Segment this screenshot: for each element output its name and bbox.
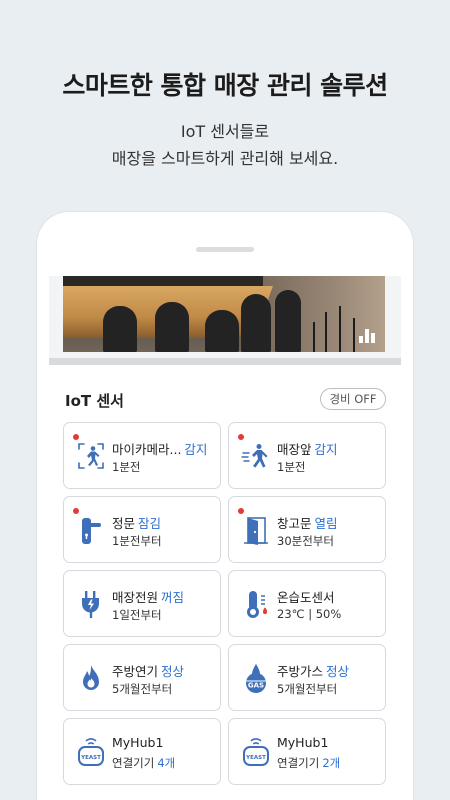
hub-card[interactable]: YEAST MyHub1 연결기기 2개 [228,718,386,785]
sensor-status: 감지 [314,442,338,457]
sensor-detail: 23℃ | 50% [277,607,342,621]
sensor-name: 온습도센서 [277,590,335,605]
phone-speaker [196,247,254,252]
sensor-detail: 1분전 [112,460,141,474]
fire-icon [83,665,99,690]
sensor-name: MyHub1 [112,735,164,750]
svg-text:YEAST: YEAST [80,755,101,761]
bar-chart-icon[interactable] [359,327,375,343]
sensor-detail: 1분전부터 [112,534,162,548]
svg-text:YEAST: YEAST [245,755,266,761]
thermometer-icon [247,591,267,618]
hub-card[interactable]: YEAST MyHub1 연결기기 4개 [63,718,221,785]
sensor-status: 감지 [184,442,208,457]
svg-text:GAS: GAS [248,682,264,690]
gas-icon: GAS [246,664,266,693]
security-off-button[interactable]: 경비 OFF [320,388,386,410]
camera-snapshot[interactable] [63,276,385,352]
sensor-detail: 5개월전부터 [277,682,338,696]
sensor-name: 매장전원 [112,590,159,605]
sensor-detail: 5개월전부터 [112,682,173,696]
sensor-name: 매장앞 [277,442,312,457]
sensor-name: 창고문 [277,516,312,531]
sensor-status: 잠김 [138,516,162,531]
sensor-card[interactable]: GAS 주방가스 정상 5개월전부터 [228,644,386,711]
sensor-detail: 30분전부터 [277,534,334,548]
sensor-card[interactable]: 매장앞 감지 1분전 [228,422,386,489]
sensor-detail: 1일전부터 [112,608,162,622]
hub-icon: YEAST [243,738,269,766]
connected-devices-label: 연결기기 [277,756,320,770]
iot-sensor-panel: IoT 센서 경비 OFF 마이카메라... 감지 1분전 매장앞 감지 1분전… [49,365,401,800]
phone-frame: IoT 센서 경비 OFF 마이카메라... 감지 1분전 매장앞 감지 1분전… [37,212,413,800]
sensor-card[interactable]: 정문 잠김 1분전부터 [63,496,221,563]
sensor-status: 열림 [314,516,338,531]
sensor-status: 정상 [326,664,350,679]
sensor-detail: 연결기기 2개 [277,755,340,771]
phone-screen: IoT 센서 경비 OFF 마이카메라... 감지 1분전 매장앞 감지 1분전… [49,276,401,800]
sensor-card[interactable]: 창고문 열림 30분전부터 [228,496,386,563]
sensor-name: 주방연기 [112,664,159,679]
sensor-name: 정문 [112,516,136,531]
motion-person-icon [78,443,104,469]
door-open-icon [244,517,268,545]
sensor-status: 꺼짐 [161,590,185,605]
connected-devices-count: 4개 [157,756,176,770]
section-divider [49,358,401,365]
sensor-card[interactable]: 온습도센서 23℃ | 50% [228,570,386,637]
door-lock-icon [82,518,101,544]
sensor-card[interactable]: 마이카메라... 감지 1분전 [63,422,221,489]
sensor-detail: 연결기기 4개 [112,755,175,771]
sensor-name: MyHub1 [277,735,329,750]
sensor-status: 정상 [161,664,185,679]
connected-devices-label: 연결기기 [112,756,155,770]
sensor-card[interactable]: 주방연기 정상 5개월전부터 [63,644,221,711]
power-plug-icon [82,591,99,618]
motion-person-icon [241,444,268,468]
subheadline: IoT 센서들로 매장을 스마트하게 관리해 보세요. [0,118,450,172]
sensor-card[interactable]: 매장전원 꺼짐 1일전부터 [63,570,221,637]
subheadline-line-2: 매장을 스마트하게 관리해 보세요. [111,149,339,168]
sensor-name: 주방가스 [277,664,324,679]
hub-icon: YEAST [78,738,104,766]
panel-title: IoT 센서 [65,392,124,410]
connected-devices-count: 2개 [322,756,341,770]
headline: 스마트한 통합 매장 관리 솔루션 [62,71,388,100]
subheadline-line-1: IoT 센서들로 [180,122,270,141]
sensor-detail: 1분전 [277,460,306,474]
sensor-name: 마이카메라... [112,442,182,457]
